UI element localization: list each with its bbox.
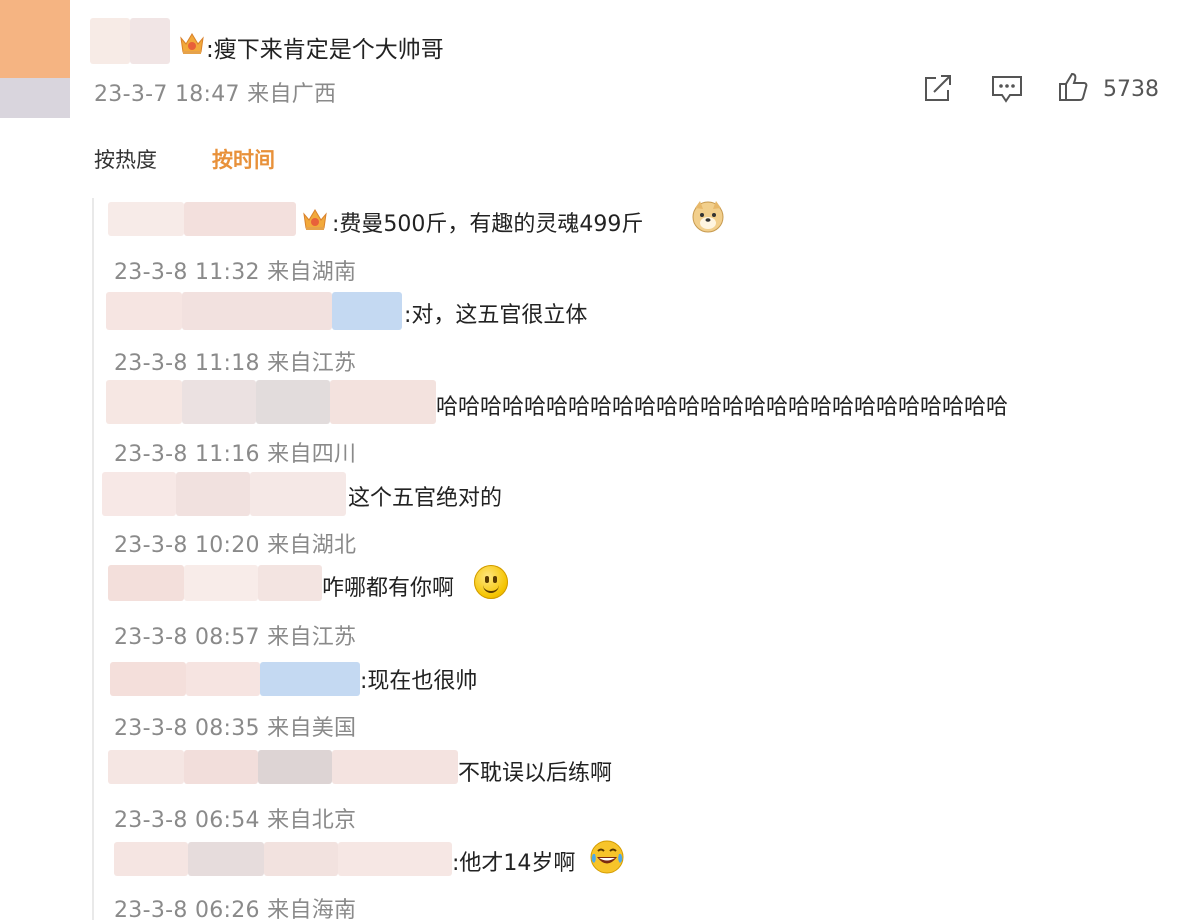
username-blurred[interactable] — [108, 750, 184, 784]
tab-sort-hot[interactable]: 按热度 — [94, 144, 157, 174]
username-blurred[interactable] — [110, 662, 186, 696]
username-blurred[interactable] — [184, 565, 258, 601]
username-blurred[interactable] — [102, 472, 176, 516]
avatar[interactable] — [0, 0, 70, 78]
username-blurred[interactable] — [188, 842, 264, 876]
username-blurred[interactable] — [260, 662, 360, 696]
username-blurred[interactable] — [182, 292, 332, 330]
username-blurred[interactable] — [186, 662, 260, 696]
reply-text: 这个五官绝对的 — [348, 486, 503, 511]
username-blurred[interactable] — [130, 18, 170, 64]
username-blurred[interactable] — [106, 292, 182, 330]
comment-icon[interactable] — [990, 74, 1024, 104]
reply-text: :对，这五官很立体 — [404, 303, 588, 328]
thumbs-up-icon[interactable] — [1058, 72, 1088, 102]
reply-text: 哈哈哈哈哈哈哈哈哈哈哈哈哈哈哈哈哈哈哈哈哈哈哈哈哈哈 — [436, 395, 1009, 420]
tab-sort-time[interactable]: 按时间 — [212, 144, 275, 174]
username-blurred[interactable] — [184, 750, 258, 784]
username-blurred[interactable] — [90, 18, 130, 64]
reply-time: 23-3-8 11:18 来自江苏 — [114, 351, 357, 376]
username-blurred[interactable] — [176, 472, 250, 516]
reply-text: :现在也很帅 — [360, 669, 478, 694]
username-blurred[interactable] — [182, 380, 256, 424]
username-blurred[interactable] — [106, 380, 182, 424]
reply-time: 23-3-8 06:26 来自海南 — [114, 898, 357, 923]
crown-badge-icon — [303, 209, 327, 230]
laugh-tears-emoji — [590, 840, 624, 874]
username-blurred[interactable] — [114, 842, 188, 876]
username-blurred[interactable] — [258, 565, 322, 601]
username-blurred[interactable] — [256, 380, 330, 424]
dog-face-emoji — [692, 201, 724, 233]
smile-emoji — [474, 565, 508, 599]
reply-time: 23-3-8 10:20 来自湖北 — [114, 533, 357, 558]
username-blurred[interactable] — [332, 750, 458, 784]
username-blurred[interactable] — [330, 380, 436, 424]
reply-text: :费曼500斤，有趣的灵魂499斤 — [332, 212, 644, 237]
reply-time: 23-3-8 11:32 来自湖南 — [114, 260, 357, 285]
username-blurred[interactable] — [108, 202, 184, 236]
username-blurred[interactable] — [258, 750, 332, 784]
comment-text: :瘦下来肯定是个大帅哥 — [206, 37, 444, 63]
crown-badge-icon — [180, 33, 204, 54]
avatar-blur-strip — [0, 78, 70, 118]
username-blurred[interactable] — [250, 472, 346, 516]
username-blurred[interactable] — [264, 842, 338, 876]
reply-text: :他才14岁啊 — [452, 851, 576, 876]
reply-time: 23-3-8 06:54 来自北京 — [114, 808, 357, 833]
username-blurred[interactable] — [184, 202, 296, 236]
username-blurred[interactable] — [332, 292, 402, 330]
reply-time: 23-3-8 08:57 来自江苏 — [114, 625, 357, 650]
reply-time: 23-3-8 08:35 来自美国 — [114, 716, 357, 741]
username-blurred[interactable] — [338, 842, 452, 876]
reply-text: 不耽误以后练啊 — [458, 761, 613, 786]
share-icon[interactable] — [922, 74, 954, 104]
reply-time: 23-3-8 11:16 来自四川 — [114, 442, 357, 467]
username-blurred[interactable] — [108, 565, 184, 601]
like-count: 5738 — [1103, 77, 1159, 102]
reply-text: 咋哪都有你啊 — [322, 576, 455, 601]
comment-time: 23-3-7 18:47 来自广西 — [94, 82, 337, 107]
reply-thread-line — [92, 198, 94, 920]
